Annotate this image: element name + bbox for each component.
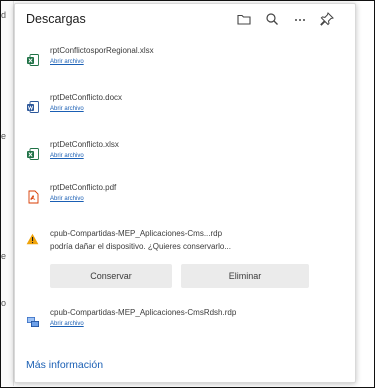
download-item[interactable]: rptDetConflicto.xlsx Abrir archivo: [15, 139, 355, 179]
panel-title: Descargas: [26, 12, 86, 26]
excel-file-icon: [26, 147, 40, 161]
download-file-name: rptDetConflicto.pdf: [50, 183, 117, 192]
download-file-name: rptDetConflicto.xlsx: [50, 140, 119, 149]
warning-text: cpub-Compartidas-MEP_Aplicaciones-Cms...…: [50, 227, 350, 253]
download-item[interactable]: rptConflictosporRegional.xlsx Abrir arch…: [15, 45, 355, 85]
download-file-name: cpub-Compartidas-MEP_Aplicaciones-CmsRds…: [50, 308, 237, 317]
search-icon[interactable]: [263, 10, 281, 28]
download-file-name: rptDetConflicto.docx: [50, 93, 123, 102]
open-file-link[interactable]: Abrir archivo: [50, 153, 84, 159]
background-text: o: [1, 298, 7, 308]
background-page-edge-right: [366, 1, 374, 386]
more-info-link[interactable]: Más información: [26, 359, 103, 371]
warning-icon: [26, 232, 39, 245]
more-icon[interactable]: [291, 10, 309, 28]
download-item[interactable]: rptDetConflicto.docx Abrir archivo: [15, 92, 355, 132]
pin-icon[interactable]: [318, 10, 336, 28]
download-item[interactable]: rptDetConflicto.pdf Abrir archivo: [15, 182, 355, 222]
download-file-name: rptConflictosporRegional.xlsx: [50, 46, 154, 55]
downloads-panel: Descargas rptConflictosporRegional.xlsx …: [14, 3, 356, 383]
download-warning-item: cpub-Compartidas-MEP_Aplicaciones-Cms...…: [15, 224, 355, 304]
remote-desktop-file-icon: [26, 315, 40, 329]
folder-icon[interactable]: [235, 10, 253, 28]
background-text: e: [1, 251, 7, 261]
background-page-edge: d e e o: [1, 1, 14, 386]
open-file-link[interactable]: Abrir archivo: [50, 106, 84, 112]
background-text: e: [1, 131, 7, 141]
pdf-file-icon: [26, 190, 40, 204]
open-file-link[interactable]: Abrir archivo: [50, 59, 84, 65]
open-file-link[interactable]: Abrir archivo: [50, 321, 84, 327]
keep-button[interactable]: Conservar: [50, 264, 172, 288]
delete-button[interactable]: Eliminar: [181, 264, 309, 288]
warning-message: podría dañar el dispositivo. ¿Quieres co…: [50, 242, 231, 251]
excel-file-icon: [26, 53, 40, 67]
downloads-header: Descargas: [15, 4, 355, 34]
background-text: d: [1, 10, 7, 20]
download-item[interactable]: cpub-Compartidas-MEP_Aplicaciones-CmsRds…: [15, 307, 355, 347]
word-file-icon: [26, 100, 40, 114]
warning-file-name: cpub-Compartidas-MEP_Aplicaciones-Cms...…: [50, 229, 223, 238]
open-file-link[interactable]: Abrir archivo: [50, 196, 84, 202]
